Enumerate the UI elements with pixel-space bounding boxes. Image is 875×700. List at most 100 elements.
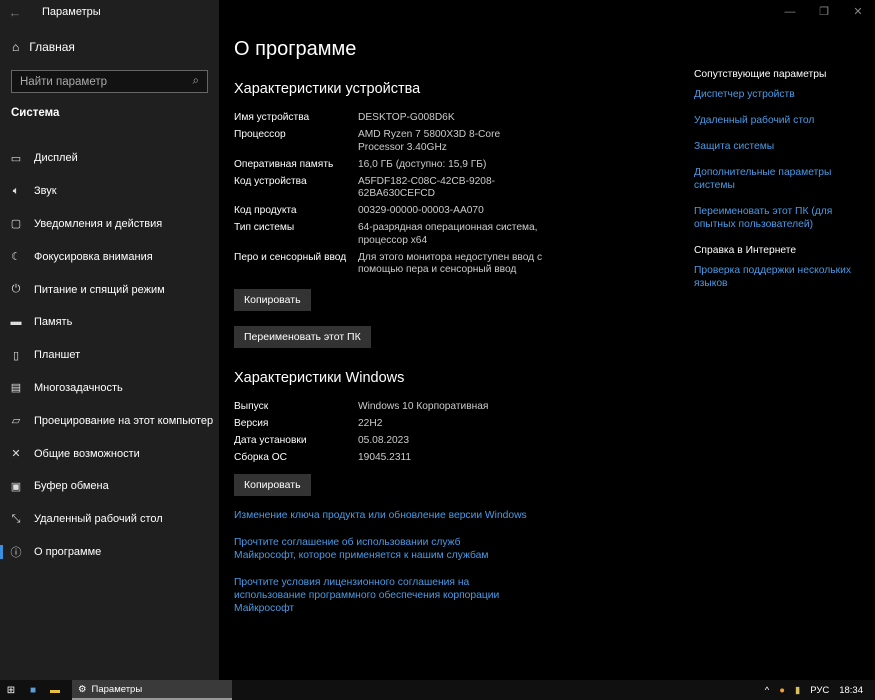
remote-desktop-icon: ⤡ (11, 512, 21, 525)
sidebar-item-display[interactable]: ▭ Дисплей (0, 142, 219, 175)
spec-value: 16,0 ГБ (доступно: 15,9 ГБ) (358, 158, 487, 170)
sidebar-home[interactable]: ⌂ Главная (12, 40, 75, 54)
sidebar-item-label: О программе (34, 545, 102, 558)
spec-value: Windows 10 Корпоративная (358, 401, 489, 412)
spec-label: Перо и сенсорный ввод (234, 251, 347, 263)
related-link[interactable]: Диспетчер устройств (694, 88, 859, 101)
copy-windows-button[interactable]: Копировать (234, 474, 311, 496)
spec-row: Сборка ОС 19045.2311 (234, 452, 554, 465)
search-icon: ⌕ (192, 75, 199, 87)
shared-icon: ✕ (11, 448, 21, 461)
taskbar-app-label: Параметры (91, 683, 143, 695)
sidebar-item-label: Дисплей (34, 152, 78, 165)
title-bar: ← Параметры — ❐ ✕ (0, 0, 875, 24)
spec-label: Код продукта (234, 205, 297, 216)
spec-row: Выпуск Windows 10 Корпоративная (234, 401, 554, 414)
sound-icon: 🔈︎ (12, 184, 20, 197)
info-icon: ⓘ (10, 546, 22, 559)
sidebar-item-label: Звук (34, 185, 57, 198)
search-input[interactable]: Найти параметр ⌕ (11, 70, 208, 93)
sidebar-item-focus[interactable]: ☾ Фокусировка внимания (0, 240, 219, 273)
spec-value: Для этого монитора недоступен ввод с пом… (358, 251, 543, 276)
back-arrow-icon[interactable]: ← (0, 5, 30, 20)
spec-label: Дата установки (234, 435, 307, 446)
window-title: Параметры (42, 6, 101, 18)
related-link[interactable]: Переименовать этот ПК (для опытных польз… (694, 205, 859, 231)
sidebar-item-info[interactable]: ⓘ О программе (0, 536, 219, 569)
sidebar-item-label: Проецирование на этот компьютер (34, 414, 214, 427)
related-link[interactable]: Удаленный рабочий стол (694, 114, 859, 127)
tray-app-icon[interactable]: ● (779, 685, 785, 696)
taskbar-app-settings[interactable]: ⚙ Параметры (72, 680, 232, 700)
minimize-button[interactable]: — (773, 0, 807, 24)
related-link[interactable]: Дополнительные параметры системы (694, 166, 859, 192)
multitasking-icon: ▤ (10, 382, 22, 395)
spec-value: 22H2 (358, 418, 383, 429)
services-agreement-link[interactable]: Прочтите соглашение об использовании слу… (234, 536, 519, 562)
tray-notes-icon[interactable]: ▮ (795, 685, 800, 696)
spec-label: Оперативная память (234, 158, 334, 170)
sidebar-item-sound[interactable]: 🔈︎ Звук (0, 175, 219, 208)
spec-label: Выпуск (234, 401, 269, 412)
spec-value: 19045.2311 (358, 452, 412, 463)
related-heading: Сопутствующие параметры (694, 69, 827, 80)
home-icon: ⌂ (12, 40, 20, 54)
search-placeholder: Найти параметр (20, 75, 108, 88)
sidebar-item-label: Удаленный рабочий стол (34, 513, 163, 526)
license-terms-link[interactable]: Прочтите условия лицензионного соглашени… (234, 576, 534, 615)
spec-label: Тип системы (234, 222, 295, 233)
clock[interactable]: 18:34 (839, 685, 863, 696)
spec-value: A5FDF182-C08C-42CB-9208-62BA630CEFCD (358, 175, 496, 200)
sidebar-item-power[interactable]: ⏻ Питание и спящий режим (0, 273, 219, 306)
spec-row: Код устройства A5FDF182-C08C-42CB-9208-62… (234, 176, 554, 201)
sidebar-item-shared[interactable]: ✕ Общие возможности (0, 437, 219, 470)
spec-value: 64-разрядная операционная система, проце… (358, 222, 538, 246)
sidebar-item-label: Уведомления и действия (34, 217, 163, 230)
change-product-key-link[interactable]: Изменение ключа продукта или обновление … (234, 509, 534, 522)
help-link[interactable]: Проверка поддержки нескольких языков (694, 264, 859, 290)
file-explorer-icon[interactable]: ▬ (44, 685, 66, 696)
spec-label: Версия (234, 418, 269, 429)
related-settings: Сопутствующие параметры Диспетчер устрой… (694, 68, 859, 303)
chevron-up-icon[interactable]: ^ (765, 685, 769, 696)
spec-label: Процессор (234, 129, 286, 140)
spec-label: Сборка ОС (234, 452, 287, 463)
home-label: Главная (29, 40, 75, 54)
sidebar-item-label: Планшет (34, 349, 81, 362)
sidebar-item-clipboard[interactable]: ▣ Буфер обмена (0, 470, 219, 503)
spec-value: AMD Ryzen 7 5800X3D 8-Core Processor 3.4… (358, 129, 501, 153)
spec-row: Оперативная память 16,0 ГБ (доступно: 15,… (234, 159, 554, 172)
spec-row: Процессор AMD Ryzen 7 5800X3D 8-Core Proc… (234, 129, 554, 154)
sidebar-item-remote-desktop[interactable]: ⤡ Удаленный рабочий стол (0, 503, 219, 536)
language-indicator[interactable]: РУС (810, 685, 829, 696)
sidebar-item-label: Питание и спящий режим (34, 283, 165, 296)
power-icon: ⏻ (11, 283, 21, 296)
sidebar-item-tablet[interactable]: ▯ Планшет (0, 339, 219, 372)
spec-row: Перо и сенсорный ввод Для этого монитора … (234, 252, 554, 277)
help-heading: Справка в Интернете (694, 245, 797, 256)
storage-icon: ▬ (10, 316, 22, 329)
spec-label: Код устройства (234, 175, 307, 187)
clipboard-icon: ▣ (10, 480, 22, 493)
spec-value: DESKTOP-G008D6K (358, 112, 455, 123)
device-heading: Характеристики устройства (234, 81, 421, 97)
sidebar-item-label: Общие возможности (34, 447, 140, 460)
maximize-button[interactable]: ❐ (807, 0, 841, 24)
spec-label: Имя устройства (234, 112, 310, 123)
related-link[interactable]: Защита системы (694, 140, 859, 153)
sidebar-item-projecting[interactable]: ▱ Проецирование на этот компьютер (0, 404, 219, 437)
sidebar-item-storage[interactable]: ▬ Память (0, 306, 219, 339)
main-content: О программе Характеристики устройства Им… (219, 0, 875, 680)
close-button[interactable]: ✕ (841, 0, 875, 24)
copy-device-button[interactable]: Копировать (234, 289, 311, 311)
spec-value: 00329-00000-00003-AA070 (358, 205, 484, 216)
page-title: О программе (234, 38, 357, 60)
sidebar-item-multitasking[interactable]: ▤ Многозадачность (0, 372, 219, 405)
sidebar-item-label: Память (34, 316, 73, 329)
notifications-icon: ▢ (10, 218, 22, 231)
taskview-icon[interactable]: ■ (22, 685, 44, 696)
rename-pc-button[interactable]: Переименовать этот ПК (234, 326, 371, 348)
start-icon[interactable]: ⊞ (0, 685, 22, 696)
focus-icon: ☾ (11, 251, 21, 264)
sidebar-item-notifications[interactable]: ▢ Уведомления и действия (0, 208, 219, 241)
